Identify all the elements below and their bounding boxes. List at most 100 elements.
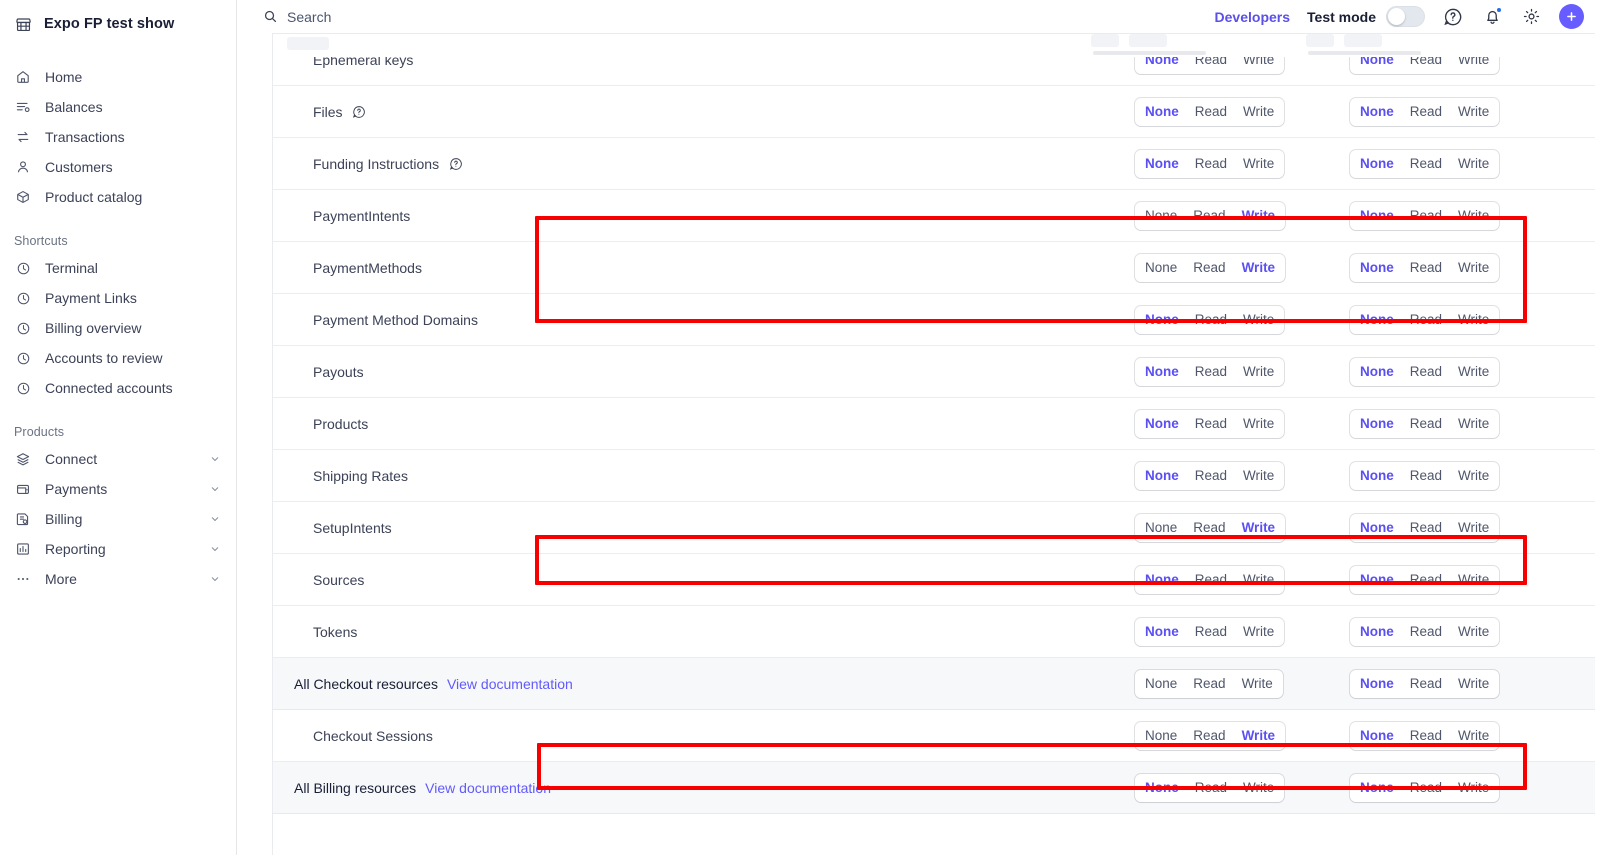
permission-option-read[interactable]: Read <box>1402 151 1450 177</box>
permission-option-read[interactable]: Read <box>1185 203 1233 229</box>
sidebar-item-billing-overview[interactable]: Billing overview <box>8 313 228 343</box>
chevron-down-icon[interactable] <box>208 572 222 586</box>
permission-option-none[interactable]: None <box>1352 723 1402 749</box>
permission-option-read[interactable]: Read <box>1402 47 1450 73</box>
permission-option-read[interactable]: Read <box>1187 307 1235 333</box>
permission-segmented-control[interactable]: None Read Write <box>1350 357 1500 386</box>
gear-icon[interactable] <box>1520 6 1542 28</box>
permission-option-write[interactable]: Write <box>1450 99 1497 125</box>
permission-option-none[interactable]: None <box>1352 515 1402 541</box>
sidebar-item-home[interactable]: Home <box>8 62 228 92</box>
permission-segmented-control[interactable]: None Read Write <box>1350 721 1500 750</box>
sidebar-item-customers[interactable]: Customers <box>8 152 228 182</box>
permission-option-write[interactable]: Write <box>1235 307 1282 333</box>
permission-option-none[interactable]: None <box>1137 203 1185 229</box>
permission-option-none[interactable]: None <box>1352 359 1402 385</box>
permission-segmented-control[interactable]: None Read Write <box>1350 305 1500 334</box>
permission-segmented-control[interactable]: None Read Write <box>1350 773 1500 802</box>
permission-option-none[interactable]: None <box>1352 151 1402 177</box>
permission-option-write[interactable]: Write <box>1450 567 1497 593</box>
permission-option-write[interactable]: Write <box>1235 99 1282 125</box>
permission-segmented-control[interactable]: None Read Write <box>1135 149 1285 178</box>
permission-option-none[interactable]: None <box>1137 619 1187 645</box>
permission-option-none[interactable]: None <box>1352 411 1402 437</box>
permission-option-none[interactable]: None <box>1352 47 1402 73</box>
permission-option-read[interactable]: Read <box>1402 203 1450 229</box>
sidebar-item-transactions[interactable]: Transactions <box>8 122 228 152</box>
permission-segmented-control[interactable]: None Read Write <box>1135 305 1285 334</box>
permission-option-none[interactable]: None <box>1137 671 1185 697</box>
permission-option-read[interactable]: Read <box>1402 775 1450 801</box>
permission-segmented-control[interactable]: None Read Write <box>1135 513 1286 542</box>
permission-option-none[interactable]: None <box>1137 515 1185 541</box>
permission-option-write[interactable]: Write <box>1450 515 1497 541</box>
permission-segmented-control[interactable]: None Read Write <box>1135 669 1283 698</box>
permission-option-write[interactable]: Write <box>1235 567 1282 593</box>
permission-option-write[interactable]: Write <box>1450 723 1497 749</box>
chevron-down-icon[interactable] <box>208 512 222 526</box>
permission-option-read[interactable]: Read <box>1187 411 1235 437</box>
sidebar-item-terminal[interactable]: Terminal <box>8 253 228 283</box>
permission-option-read[interactable]: Read <box>1187 775 1235 801</box>
permission-option-write[interactable]: Write <box>1450 47 1497 73</box>
permission-option-read[interactable]: Read <box>1187 151 1235 177</box>
permission-segmented-control[interactable]: None Read Write <box>1135 565 1285 594</box>
permission-option-none[interactable]: None <box>1352 619 1402 645</box>
permission-option-read[interactable]: Read <box>1185 671 1233 697</box>
view-documentation-link[interactable]: View documentation <box>447 676 573 692</box>
permission-segmented-control[interactable]: None Read Write <box>1135 253 1286 282</box>
permission-segmented-control[interactable]: None Read Write <box>1135 461 1285 490</box>
permission-segmented-control[interactable]: None Read Write <box>1350 409 1500 438</box>
permission-segmented-control[interactable]: None Read Write <box>1350 565 1500 594</box>
permission-option-none[interactable]: None <box>1137 463 1187 489</box>
sidebar-item-balances[interactable]: Balances <box>8 92 228 122</box>
permission-option-read[interactable]: Read <box>1402 567 1450 593</box>
sidebar-item-product-catalog[interactable]: Product catalog <box>8 182 228 212</box>
developers-link[interactable]: Developers <box>1215 9 1290 25</box>
permission-option-write[interactable]: Write <box>1234 203 1284 229</box>
permission-option-none[interactable]: None <box>1137 359 1187 385</box>
sidebar-item-payment-links[interactable]: Payment Links <box>8 283 228 313</box>
permission-option-read[interactable]: Read <box>1402 671 1450 697</box>
permission-segmented-control[interactable]: None Read Write <box>1135 357 1285 386</box>
permission-option-write[interactable]: Write <box>1235 47 1282 73</box>
permission-option-read[interactable]: Read <box>1402 99 1450 125</box>
permission-option-read[interactable]: Read <box>1187 359 1235 385</box>
permission-option-write[interactable]: Write <box>1450 775 1497 801</box>
permission-option-write[interactable]: Write <box>1450 307 1497 333</box>
permission-option-read[interactable]: Read <box>1187 99 1235 125</box>
sidebar-item-payments[interactable]: Payments <box>8 474 228 504</box>
permission-option-write[interactable]: Write <box>1450 359 1497 385</box>
sidebar-item-connected-accounts[interactable]: Connected accounts <box>8 373 228 403</box>
permission-segmented-control[interactable]: None Read Write <box>1350 45 1500 74</box>
permission-option-write[interactable]: Write <box>1450 411 1497 437</box>
permission-option-write[interactable]: Write <box>1234 515 1284 541</box>
permission-segmented-control[interactable]: None Read Write <box>1350 201 1500 230</box>
permission-option-none[interactable]: None <box>1352 307 1402 333</box>
permission-option-write[interactable]: Write <box>1235 775 1282 801</box>
permission-option-none[interactable]: None <box>1137 567 1187 593</box>
permission-option-read[interactable]: Read <box>1185 723 1233 749</box>
permission-segmented-control[interactable]: None Read Write <box>1135 617 1285 646</box>
help-circle-icon[interactable] <box>352 104 367 119</box>
test-mode-control[interactable]: Test mode <box>1307 6 1425 27</box>
permission-option-none[interactable]: None <box>1137 99 1187 125</box>
permission-option-write[interactable]: Write <box>1450 619 1497 645</box>
permission-option-read[interactable]: Read <box>1402 255 1450 281</box>
permission-option-write[interactable]: Write <box>1235 463 1282 489</box>
permission-segmented-control[interactable]: None Read Write <box>1350 253 1500 282</box>
permission-option-read[interactable]: Read <box>1402 619 1450 645</box>
permission-option-read[interactable]: Read <box>1402 307 1450 333</box>
permission-segmented-control[interactable]: None Read Write <box>1135 773 1285 802</box>
chevron-down-icon[interactable] <box>208 542 222 556</box>
permission-option-none[interactable]: None <box>1352 567 1402 593</box>
permission-option-write[interactable]: Write <box>1235 359 1282 385</box>
permission-option-none[interactable]: None <box>1137 151 1187 177</box>
permission-option-read[interactable]: Read <box>1185 515 1233 541</box>
permission-option-none[interactable]: None <box>1137 255 1185 281</box>
permission-option-write[interactable]: Write <box>1234 671 1281 697</box>
permission-option-none[interactable]: None <box>1352 775 1402 801</box>
search-input[interactable]: Search <box>263 9 331 25</box>
view-documentation-link[interactable]: View documentation <box>425 780 551 796</box>
permission-option-read[interactable]: Read <box>1402 359 1450 385</box>
